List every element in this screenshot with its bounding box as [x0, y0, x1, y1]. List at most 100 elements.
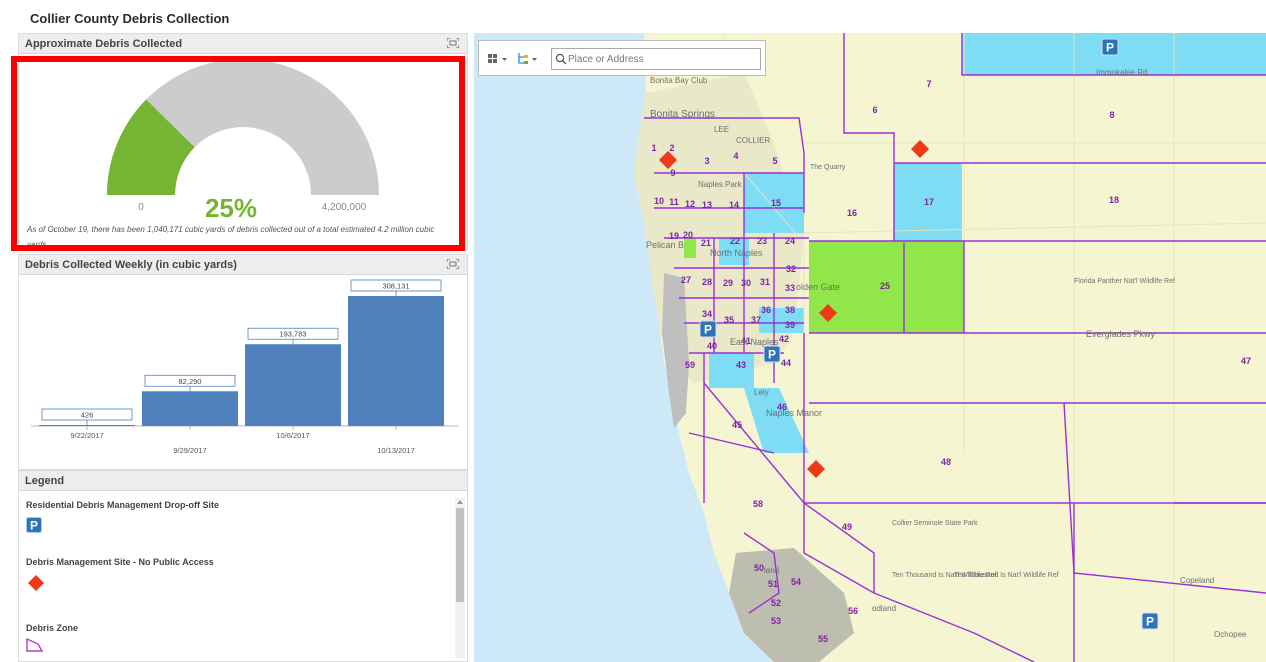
- search-box[interactable]: [551, 48, 761, 70]
- zone-label: 8: [1109, 110, 1114, 120]
- legend-label-dropoff: Residential Debris Management Drop-off S…: [26, 500, 220, 510]
- zone-label: 45: [732, 420, 742, 430]
- legend-scrollbar[interactable]: [455, 498, 465, 658]
- zone-label: 51: [768, 579, 778, 589]
- bar-value-label: 82,290: [179, 377, 202, 386]
- purple-polygon-icon: [26, 638, 44, 652]
- zone-label: 44: [781, 358, 791, 368]
- zone-label: 17: [924, 197, 934, 207]
- zone-label: 11: [669, 197, 679, 207]
- map-layer: 1 23 4 5678910 11 12 13 14 151617 1819 2021 22 23 242…: [634, 33, 1266, 662]
- zone-label: 24: [785, 236, 795, 246]
- bar-category-label: 10/6/2017: [276, 431, 309, 440]
- bar-value-label: 308,131: [382, 282, 409, 291]
- zone-43[interactable]: [709, 353, 754, 388]
- zone-label: 49: [842, 522, 852, 532]
- legend-label-zone: Debris Zone: [26, 623, 79, 633]
- bar[interactable]: [245, 344, 341, 426]
- zone-label: 9: [670, 168, 675, 178]
- bar-category-label: 10/13/2017: [377, 446, 415, 455]
- place-label: Copeland: [1180, 576, 1214, 585]
- basemap-gallery-icon[interactable]: [487, 52, 509, 66]
- place-label: LEE: [714, 125, 729, 134]
- parking-p-icon[interactable]: P: [699, 320, 717, 338]
- weekly-panel-title: Debris Collected Weekly (in cubic yards): [25, 259, 237, 271]
- zone-label: 39: [785, 320, 795, 330]
- zone-label: 52: [771, 598, 781, 608]
- gauge-percent: 25%: [205, 193, 257, 223]
- zone-label: 27: [681, 275, 691, 285]
- zone-label: 50: [754, 563, 764, 573]
- zone-label: 18: [1109, 195, 1119, 205]
- zone-label: 13: [702, 200, 712, 210]
- parking-p-icon[interactable]: P: [1141, 612, 1159, 630]
- zone-label: 4: [733, 151, 738, 161]
- place-label: olden Gate: [796, 282, 840, 292]
- place-label: North Naples: [710, 248, 763, 258]
- legend-panel-header: Legend: [19, 471, 467, 491]
- zone-label: 29: [723, 278, 733, 288]
- zone-label: 48: [941, 457, 951, 467]
- bar-value-label: 426: [81, 411, 94, 420]
- svg-text:P: P: [1106, 41, 1114, 55]
- zone-label: 1: [651, 143, 656, 153]
- parking-p-icon[interactable]: P: [763, 345, 781, 363]
- map-canvas[interactable]: 1 23 4 5678910 11 12 13 14 151617 1819 2021 22 23 242…: [474, 33, 1266, 662]
- legend-body[interactable]: Residential Debris Management Drop-off S…: [19, 492, 467, 661]
- zone-label: 20: [683, 230, 693, 240]
- place-label: Ochopee: [1214, 630, 1247, 639]
- place-label: Everglades Pkwy: [1086, 329, 1156, 339]
- map-toolbar: [478, 40, 766, 76]
- zone-label: 40: [707, 341, 717, 351]
- gauge-min: 0: [138, 202, 144, 213]
- maximize-icon[interactable]: [447, 38, 459, 48]
- zone-label: 22: [730, 236, 740, 246]
- zone-label: 7: [926, 79, 931, 89]
- bar-category-label: 9/22/2017: [70, 431, 103, 440]
- red-diamond-icon: [28, 575, 44, 591]
- zone-label: 56: [848, 606, 858, 616]
- maximize-icon[interactable]: [447, 259, 459, 269]
- bar-value-label: 193,783: [279, 330, 306, 339]
- zone-label: 54: [791, 577, 801, 587]
- legend-scroll-thumb[interactable]: [456, 508, 464, 602]
- bar[interactable]: [39, 425, 135, 426]
- place-label: Pelican B: [646, 240, 684, 250]
- zone-label: 5: [772, 156, 777, 166]
- zone-label: 16: [847, 208, 857, 218]
- gauge-chart: 25% 0 4,200,000: [107, 59, 379, 223]
- zone-label: 12: [685, 199, 695, 209]
- map-view[interactable]: 1 2 3 4 5 6 7 8 9 10 11 12 13 14 15 16 17 18 19 20 21 22 23 24 2…: [474, 33, 1266, 662]
- layer-list-icon[interactable]: [517, 52, 539, 66]
- zone-label: 37: [751, 315, 761, 325]
- parking-p-icon[interactable]: P: [1101, 38, 1119, 56]
- zone-label: 25: [880, 281, 890, 291]
- zone-label: 10: [654, 196, 664, 206]
- gauge-panel-title: Approximate Debris Collected: [25, 38, 183, 50]
- bar[interactable]: [142, 391, 238, 426]
- svg-text:P: P: [1146, 615, 1154, 629]
- zone-label: 21: [701, 238, 711, 248]
- zone-label: 33: [785, 283, 795, 293]
- place-label: Naples Park: [698, 180, 743, 189]
- gauge-panel: Approximate Debris Collected 25% 0 4,200…: [18, 33, 468, 251]
- zone-label: 38: [785, 305, 795, 315]
- zone-label: 35: [724, 315, 734, 325]
- place-label: The Quarry: [810, 164, 846, 171]
- coastal-strip: [662, 273, 689, 428]
- zone-20[interactable]: [684, 238, 696, 258]
- legend-label-no-public: Debris Management Site - No Public Acces…: [26, 557, 214, 567]
- svg-text:P: P: [30, 519, 38, 533]
- place-label: Naples Manor: [766, 408, 822, 418]
- gauge-note: As of October 19, there has been 1,040,1…: [27, 225, 435, 249]
- zone-label: 55: [818, 634, 828, 644]
- place-label: Lely: [754, 388, 769, 397]
- bar[interactable]: [348, 296, 444, 426]
- search-input[interactable]: [568, 51, 756, 67]
- place-label: Immokalee Rd: [1096, 68, 1148, 77]
- place-label: odland: [872, 604, 896, 613]
- app-title: Collier County Debris Collection: [30, 11, 230, 26]
- zone-label: 53: [771, 616, 781, 626]
- svg-text:P: P: [704, 323, 712, 337]
- zone-label: 30: [741, 278, 751, 288]
